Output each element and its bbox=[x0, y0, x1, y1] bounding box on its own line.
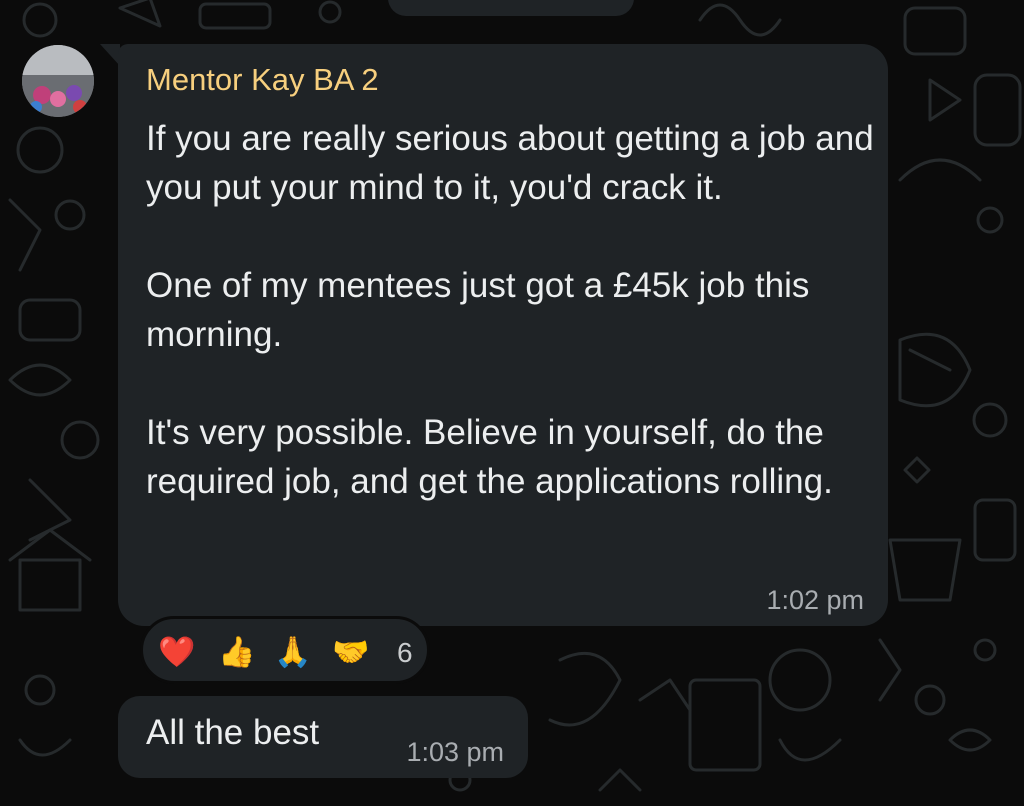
reply-text: All the best bbox=[146, 713, 320, 752]
thumbs-up-icon: 👍 bbox=[218, 635, 256, 670]
sender-avatar[interactable] bbox=[22, 45, 94, 117]
reply-timestamp: 1:03 pm bbox=[406, 737, 504, 767]
reactions-pill[interactable]: ❤️ 👍 🙏 🤝 6 bbox=[140, 616, 430, 684]
message-text: If you are really serious about getting … bbox=[146, 119, 874, 501]
sender-name[interactable]: Mentor Kay BA 2 bbox=[146, 62, 379, 98]
message-bubble[interactable]: Mentor Kay BA 2 If you are really seriou… bbox=[118, 44, 888, 626]
reply-bubble[interactable]: All the best 1:03 pm bbox=[118, 696, 528, 778]
previous-message-bubble bbox=[388, 0, 634, 16]
heart-icon: ❤️ bbox=[158, 635, 196, 670]
bubble-tail bbox=[100, 44, 120, 66]
handshake-icon: 🤝 bbox=[332, 635, 370, 670]
folded-hands-icon: 🙏 bbox=[274, 635, 312, 670]
reaction-count: 6 bbox=[397, 637, 413, 668]
message-timestamp: 1:02 pm bbox=[766, 585, 864, 615]
